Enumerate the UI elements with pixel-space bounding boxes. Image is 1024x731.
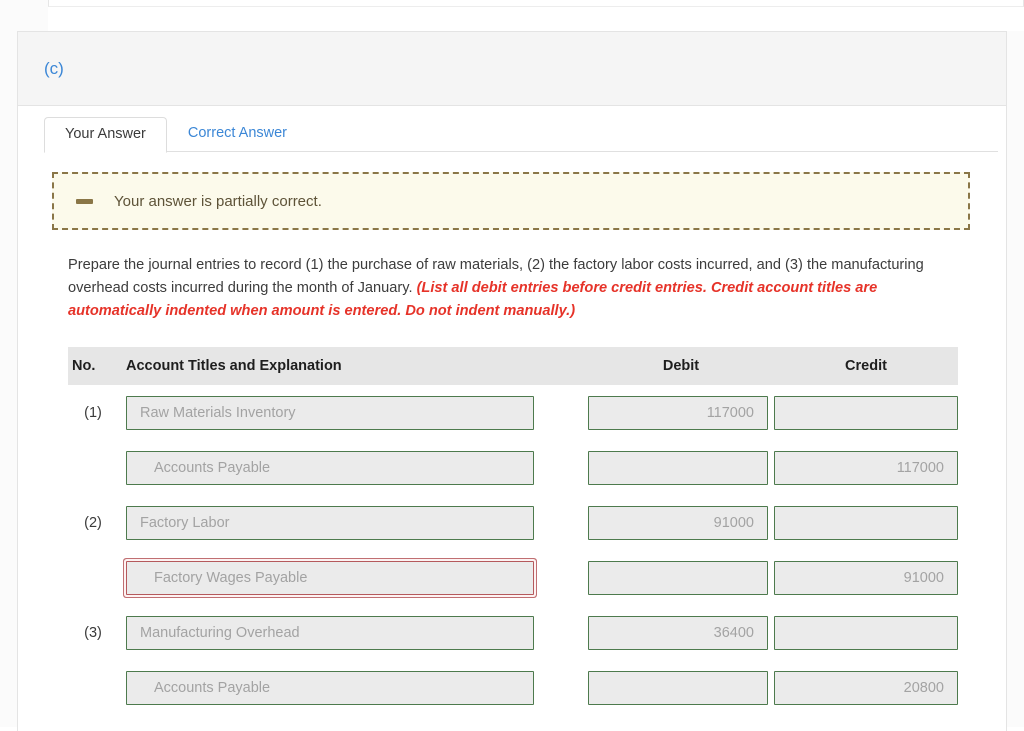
- account-title-input[interactable]: [126, 450, 534, 485]
- column-header-debit: Debit: [662, 358, 700, 374]
- debit-cell: [588, 670, 774, 705]
- debit-cell: [588, 450, 774, 485]
- account-title-cell: [126, 505, 588, 540]
- debit-input[interactable]: [588, 395, 768, 430]
- row-number: (2): [84, 514, 102, 531]
- account-title-input[interactable]: [126, 615, 534, 650]
- tab-correct-answer[interactable]: Correct Answer: [167, 116, 308, 152]
- credit-cell: [774, 615, 958, 650]
- debit-cell: [588, 615, 774, 650]
- part-header: (c): [18, 32, 1006, 106]
- account-title-input[interactable]: [126, 505, 534, 540]
- debit-cell: [588, 505, 774, 540]
- account-title-cell: [126, 395, 588, 430]
- credit-cell: [774, 395, 958, 430]
- tab-your-answer[interactable]: Your Answer: [44, 116, 167, 153]
- debit-input[interactable]: [588, 615, 768, 650]
- row-number: (3): [84, 624, 102, 641]
- debit-input[interactable]: [588, 450, 768, 485]
- debit-input[interactable]: [588, 670, 768, 705]
- table-row: (3): [68, 605, 958, 660]
- account-title-cell: [126, 615, 588, 650]
- partially-correct-alert: Your answer is partially correct.: [52, 172, 970, 230]
- account-title-input[interactable]: [126, 560, 534, 595]
- column-header-credit: Credit: [845, 358, 887, 374]
- table-body: (1) (2) (3): [68, 385, 958, 715]
- table-row: [68, 550, 958, 605]
- credit-input[interactable]: [774, 505, 958, 540]
- debit-input[interactable]: [588, 560, 768, 595]
- answer-tabs: Your Answer Correct Answer: [18, 106, 1006, 153]
- table-row: (1): [68, 385, 958, 440]
- credit-input[interactable]: [774, 615, 958, 650]
- column-header-no: No.: [72, 358, 96, 374]
- table-header-row: No. Account Titles and Explanation Debit…: [68, 347, 958, 385]
- account-title-cell: [126, 560, 588, 595]
- credit-input[interactable]: [774, 450, 958, 485]
- credit-cell: [774, 670, 958, 705]
- minus-dash-icon: [76, 198, 93, 204]
- account-title-cell: [126, 670, 588, 705]
- alert-message: Your answer is partially correct.: [114, 192, 322, 210]
- debit-cell: [588, 395, 774, 430]
- tab-list: Your Answer Correct Answer: [44, 116, 980, 153]
- top-gutter: [0, 0, 48, 32]
- account-title-cell: [126, 450, 588, 485]
- table-row: (2): [68, 495, 958, 550]
- credit-cell: [774, 505, 958, 540]
- table-row: [68, 660, 958, 715]
- part-label[interactable]: (c): [44, 60, 64, 77]
- row-number: (1): [84, 404, 102, 421]
- table-row: [68, 440, 958, 495]
- credit-input[interactable]: [774, 395, 958, 430]
- page-right-gutter: [1007, 31, 1024, 727]
- credit-input[interactable]: [774, 560, 958, 595]
- account-title-input[interactable]: [126, 670, 534, 705]
- question-part-card: (c) Your Answer Correct Answer Your answ…: [17, 31, 1007, 731]
- credit-cell: [774, 560, 958, 595]
- column-header-account: Account Titles and Explanation: [126, 358, 342, 374]
- credit-cell: [774, 450, 958, 485]
- previous-panel-sliver: [48, 0, 1024, 7]
- credit-input[interactable]: [774, 670, 958, 705]
- page-root: (c) Your Answer Correct Answer Your answ…: [0, 0, 1024, 731]
- journal-entry-table: No. Account Titles and Explanation Debit…: [68, 347, 958, 715]
- account-title-input[interactable]: [126, 395, 534, 430]
- page-left-gutter: [0, 31, 17, 727]
- question-instructions: Prepare the journal entries to record (1…: [68, 254, 956, 323]
- debit-input[interactable]: [588, 505, 768, 540]
- debit-cell: [588, 560, 774, 595]
